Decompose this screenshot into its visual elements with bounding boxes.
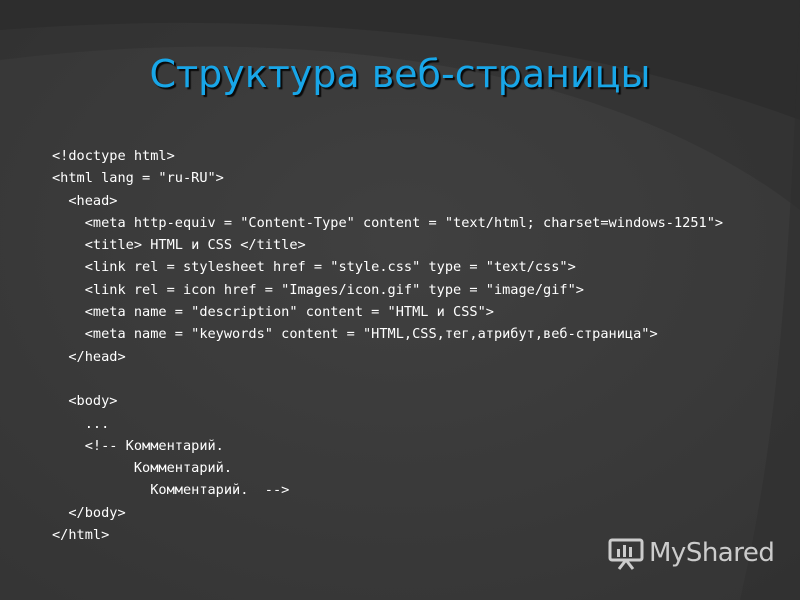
code-line-comment-3: Комментарий. -->: [52, 482, 290, 499]
code-line-title: <title> HTML и CSS </title>: [52, 237, 306, 254]
code-line-body-close: </body>: [52, 504, 126, 521]
code-block: <!doctype html> <html lang = "ru-RU"> <h…: [52, 145, 772, 546]
code-line-ellipsis: ...: [52, 415, 110, 432]
code-line-comment-2: Комментарий.: [52, 460, 233, 477]
code-line-meta-keywords: <meta name = "keywords" content = "HTML,…: [52, 326, 658, 343]
code-line-html-open: <html lang = "ru-RU">: [52, 170, 224, 187]
code-line-link-icon: <link rel = icon href = "Images/icon.gif…: [52, 281, 584, 298]
presentation-board-icon: [608, 538, 644, 570]
slide: Структура веб-страницы <!doctype html> <…: [0, 0, 800, 600]
code-line-meta-description: <meta name = "description" content = "HT…: [52, 304, 494, 321]
code-line-link-stylesheet: <link rel = stylesheet href = "style.css…: [52, 259, 576, 276]
code-line-comment-1: <!-- Комментарий.: [52, 437, 224, 454]
code-line-head-close: </head>: [52, 348, 126, 365]
watermark-logo: MyShared: [607, 534, 775, 572]
slide-title: Структура веб-страницы: [149, 52, 651, 96]
code-line-doctype: <!doctype html>: [52, 148, 175, 164]
code-line-head-open: <head>: [52, 192, 118, 209]
code-line-meta-content-type: <meta http-equiv = "Content-Type" conten…: [52, 214, 724, 231]
watermark-text: MyShared: [649, 538, 775, 568]
code-line-body-open: <body>: [52, 393, 118, 410]
